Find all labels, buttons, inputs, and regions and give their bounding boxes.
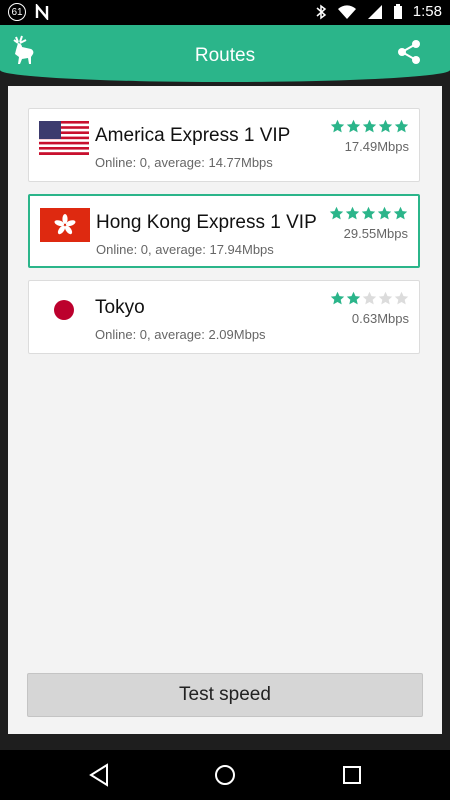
star-filled-icon <box>346 291 361 305</box>
battery-icon <box>393 3 402 19</box>
route-speed: 17.49Mbps <box>344 139 409 154</box>
clock-time: 1:58 <box>412 3 442 20</box>
route-item-tokyo[interactable]: Tokyo Online: 0, average: 2.09Mbps 0.63M… <box>28 280 420 354</box>
star-filled-icon <box>377 206 392 220</box>
star-filled-icon <box>393 206 408 220</box>
routes-panel: America Express 1 VIP Online: 0, average… <box>8 86 442 734</box>
star-filled-icon <box>394 119 409 133</box>
rating-stars <box>329 206 408 221</box>
home-icon[interactable] <box>213 763 237 787</box>
star-filled-icon <box>362 119 377 133</box>
usa-flag-icon <box>39 121 89 155</box>
route-item-america[interactable]: America Express 1 VIP Online: 0, average… <box>28 108 420 182</box>
bluetooth-icon <box>316 4 326 19</box>
star-filled-icon <box>330 291 345 305</box>
recents-icon[interactable] <box>341 763 363 787</box>
app-bar: Routes <box>0 25 450 82</box>
rating-stars <box>330 291 409 306</box>
star-empty-icon <box>362 291 377 305</box>
route-name: Hong Kong Express 1 VIP <box>96 212 317 233</box>
route-status: Online: 0, average: 14.77Mbps <box>95 155 273 170</box>
rating-stars <box>330 119 409 134</box>
page-title: Routes <box>194 45 256 66</box>
star-filled-icon <box>329 206 344 220</box>
star-filled-icon <box>346 119 361 133</box>
star-filled-icon <box>361 206 376 220</box>
route-speed: 0.63Mbps <box>351 311 409 326</box>
route-name: Tokyo <box>95 297 145 318</box>
japan-flag-icon <box>39 293 89 327</box>
star-empty-icon <box>378 291 393 305</box>
navigation-bar <box>0 750 450 800</box>
test-speed-button[interactable]: Test speed <box>27 673 423 717</box>
route-name: America Express 1 VIP <box>95 125 291 146</box>
notification-count-badge: 61 <box>8 3 26 21</box>
wifi-icon <box>337 4 356 19</box>
back-icon[interactable] <box>88 763 110 787</box>
n-icon <box>35 4 49 20</box>
hong-kong-flag-icon <box>40 208 90 242</box>
route-status: Online: 0, average: 17.94Mbps <box>96 242 274 257</box>
route-status: Online: 0, average: 2.09Mbps <box>95 327 266 342</box>
share-icon[interactable] <box>396 39 422 65</box>
star-filled-icon <box>345 206 360 220</box>
signal-icon <box>367 4 382 19</box>
route-speed: 29.55Mbps <box>343 226 408 241</box>
route-item-hong-kong[interactable]: Hong Kong Express 1 VIP Online: 0, avera… <box>28 194 420 268</box>
star-filled-icon <box>378 119 393 133</box>
status-bar: 61 1:58 <box>0 0 450 25</box>
star-filled-icon <box>330 119 345 133</box>
star-empty-icon <box>394 291 409 305</box>
